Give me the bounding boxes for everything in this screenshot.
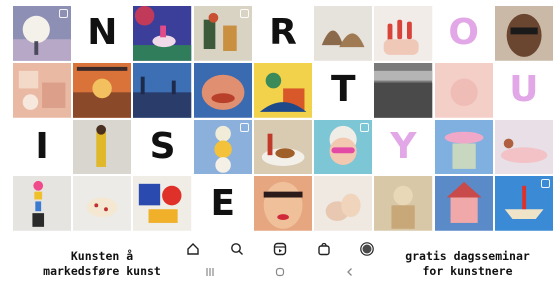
grid-post-pink-abstract[interactable] [434,62,493,118]
letter: E [210,182,236,224]
bottom-nav-bar [182,238,378,260]
home-icon[interactable] [182,238,204,260]
carousel-icon [239,122,249,132]
search-icon[interactable] [226,238,248,260]
back-icon[interactable] [340,265,360,279]
grid-post-reclining-figure[interactable] [494,119,553,175]
letter: I [35,125,49,167]
grid-post-woman-yellow[interactable] [73,119,132,175]
grid-post-pink-sunglasses[interactable] [314,119,373,175]
grid-letter-tile[interactable]: T [314,62,373,118]
grid-post-horse-rider[interactable] [133,6,192,61]
profile-grid: N R O T U I S Y E [13,6,553,231]
grid-letter-tile[interactable]: O [434,6,493,61]
grid-post-ceramic-dots[interactable] [73,176,132,231]
grid-post-soft-sculpture[interactable] [314,176,373,231]
grid-post-moon-lamp[interactable] [13,6,72,61]
letter: S [149,125,176,167]
grid-post-painted-nails[interactable] [374,6,433,61]
letter: R [269,12,297,54]
grid-post-yellow-figures[interactable] [253,62,313,118]
letter: T [330,69,356,111]
grid-letter-tile[interactable]: Y [374,119,433,175]
caption-right-line-2: for kunstnere [422,264,513,278]
reels-icon[interactable] [269,238,291,260]
grid-post-sculpture-objects[interactable] [193,6,252,61]
grid-post-pastel-collage[interactable] [13,62,72,118]
grid-letter-tile[interactable]: E [193,176,252,231]
shop-icon[interactable] [313,238,335,260]
grid-post-dinner-plate[interactable] [253,119,313,175]
grid-letter-tile[interactable]: R [253,6,313,61]
grid-post-crowd-photo[interactable] [374,62,433,118]
grid-letter-tile[interactable]: N [73,6,132,61]
home-circle-icon[interactable] [270,265,290,279]
letter: Y [390,125,417,167]
profile-avatar[interactable] [356,238,378,260]
grid-post-face-portrait[interactable] [253,176,313,231]
grid-letter-tile[interactable]: S [133,119,192,175]
grid-post-pink-hat-figure[interactable] [434,119,493,175]
caption-right: gratis dagsseminar for kunstnere [380,249,555,279]
grid-post-stacked-sculpture[interactable] [13,176,72,231]
grid-letter-tile[interactable]: I [13,119,72,175]
caption-left: Kunsten å markedsføre kunst [22,249,182,279]
grid-post-abstract-shapes[interactable] [133,176,192,231]
system-nav-bar [200,265,360,279]
grid-post-boat-sculpture[interactable] [494,176,553,231]
caption-left-line-1: Kunsten å [70,249,134,263]
grid-post-wooden-shapes[interactable] [314,6,373,61]
grid-post-portrait-glasses[interactable] [494,6,553,61]
letter: U [509,69,539,111]
grid-post-classical-figure[interactable] [374,176,433,231]
letter: O [448,12,479,54]
letter: N [87,12,118,54]
carousel-icon [239,9,249,18]
grid-letter-tile[interactable]: U [494,62,553,118]
recent-apps-icon[interactable] [200,265,220,279]
carousel-icon [59,9,69,18]
caption-left-line-2: markedsføre kunst [43,264,161,278]
grid-post-lips-sculpture[interactable] [193,62,252,118]
carousel-icon [360,122,370,132]
caption-right-line-1: gratis dagsseminar [405,249,530,263]
grid-post-pink-house[interactable] [434,176,493,231]
carousel-icon [540,179,550,189]
grid-post-blue-landscape[interactable] [133,62,192,118]
grid-post-sunset-arch[interactable] [73,62,132,118]
grid-post-egg-spheres[interactable] [193,119,252,175]
